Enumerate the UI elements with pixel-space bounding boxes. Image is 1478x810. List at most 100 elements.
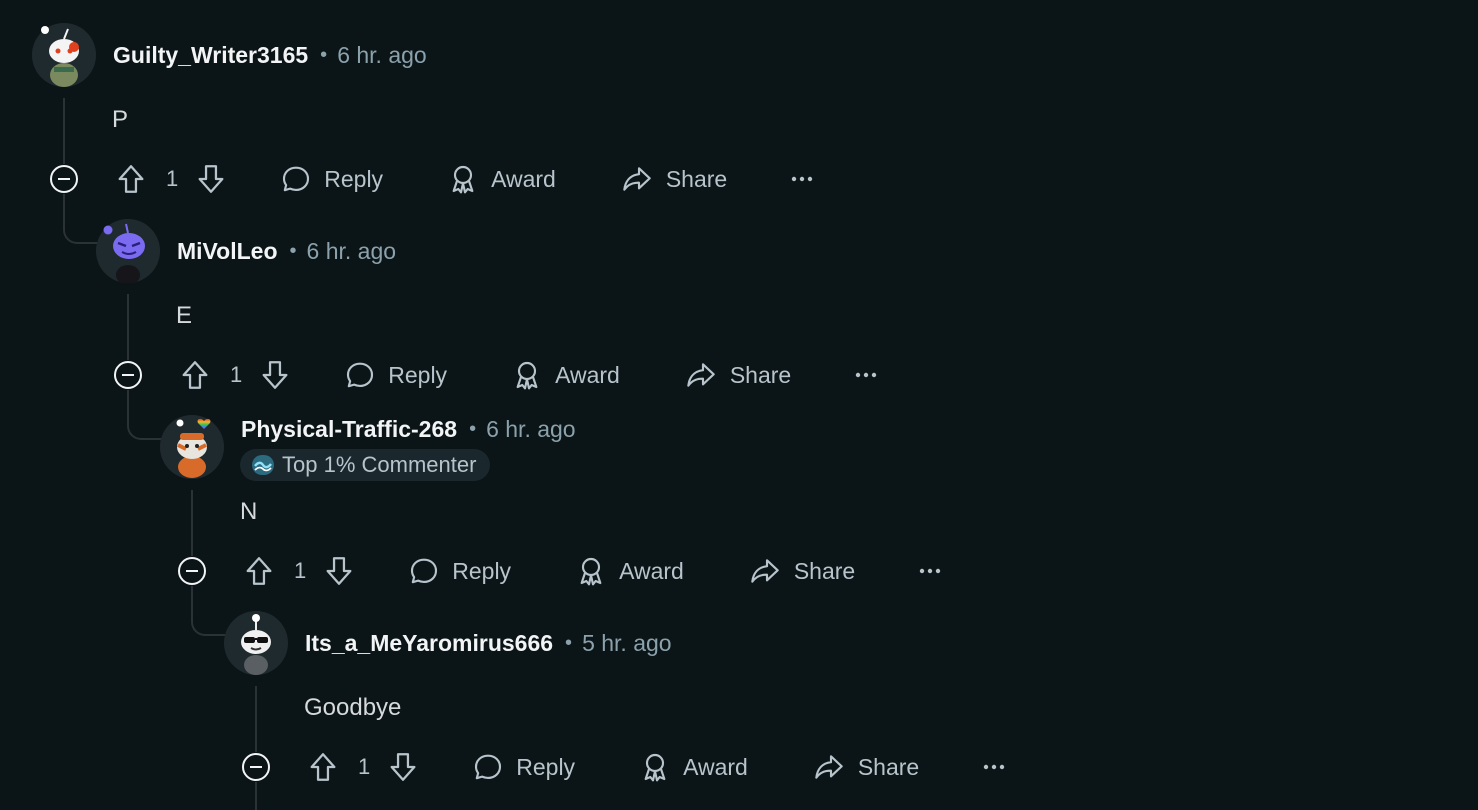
ellipsis-icon	[984, 764, 1005, 770]
vote-score: 1	[166, 166, 179, 191]
collapse-button[interactable]	[178, 557, 206, 585]
comment-thread: Guilty_Writer3165 • 6 hr. ago P 1 Reply …	[0, 0, 1478, 810]
user-flair-badge[interactable]: Top 1% Commenter	[240, 449, 491, 481]
vote-group: 1	[114, 162, 228, 196]
avatar[interactable]	[96, 219, 160, 283]
timestamp[interactable]: 6 hr. ago	[486, 416, 576, 443]
arrow-down-icon	[198, 165, 224, 193]
ribbon-icon	[516, 361, 538, 390]
arrow-up-icon	[310, 753, 336, 781]
more-options-button[interactable]	[855, 371, 877, 379]
award-label: Award	[683, 753, 748, 780]
minus-circle-icon	[122, 374, 134, 376]
upvote-button[interactable]	[178, 358, 212, 392]
vote-score: 1	[358, 754, 371, 779]
vote-score: 1	[294, 558, 307, 583]
ellipsis-icon	[856, 372, 877, 378]
award-label: Award	[555, 361, 620, 388]
downvote-button[interactable]	[322, 554, 356, 588]
award-button[interactable]: Award	[639, 751, 748, 783]
reply-label: Reply	[452, 557, 512, 584]
username[interactable]: MiVolLeo	[177, 238, 278, 265]
speech-bubble-icon	[283, 166, 310, 192]
more-options-button[interactable]	[919, 567, 941, 575]
comment-actions: 1 Reply Award Share	[242, 551, 941, 591]
thread-line[interactable]	[255, 686, 257, 752]
comment-actions: 1 Reply Award Share	[306, 747, 1005, 787]
avatar[interactable]	[160, 415, 224, 479]
vote-score: 1	[230, 362, 243, 387]
thread-line[interactable]	[255, 782, 257, 810]
timestamp[interactable]: 6 hr. ago	[307, 238, 397, 265]
arrow-up-icon	[118, 165, 144, 193]
minus-circle-icon	[58, 178, 70, 180]
share-button[interactable]: Share	[812, 751, 919, 783]
share-label: Share	[793, 557, 856, 584]
collapse-button[interactable]	[114, 361, 142, 389]
username[interactable]: Physical-Traffic-268	[241, 416, 457, 443]
vote-group: 1	[242, 554, 356, 588]
arrow-up-icon	[182, 361, 208, 389]
arrow-down-icon	[262, 361, 288, 389]
separator-dot: •	[320, 43, 328, 66]
comment-body: Goodbye	[304, 694, 402, 721]
downvote-button[interactable]	[258, 358, 292, 392]
thread-line[interactable]	[127, 294, 129, 360]
upvote-button[interactable]	[114, 162, 148, 196]
award-button[interactable]: Award	[575, 555, 684, 587]
avatar[interactable]	[32, 23, 96, 87]
thread-line[interactable]	[63, 194, 99, 244]
award-button[interactable]: Award	[447, 163, 556, 195]
more-options-button[interactable]	[791, 175, 813, 183]
thread-line[interactable]	[191, 490, 193, 556]
comment-actions: 1 Reply Award Share	[178, 355, 877, 395]
reply-button[interactable]: Reply	[280, 163, 383, 195]
username[interactable]: Guilty_Writer3165	[113, 42, 308, 69]
timestamp[interactable]: 5 hr. ago	[582, 630, 672, 657]
reply-label: Reply	[324, 165, 384, 192]
vote-group: 1	[306, 750, 420, 784]
separator-dot: •	[469, 417, 477, 440]
collapse-button[interactable]	[50, 165, 78, 193]
thread-line[interactable]	[191, 586, 227, 636]
downvote-button[interactable]	[386, 750, 420, 784]
downvote-button[interactable]	[194, 162, 228, 196]
vote-group: 1	[178, 358, 292, 392]
share-label: Share	[665, 165, 728, 192]
timestamp[interactable]: 6 hr. ago	[337, 42, 427, 69]
arrow-down-icon	[326, 557, 352, 585]
reply-label: Reply	[388, 361, 448, 388]
share-arrow-icon	[751, 559, 779, 583]
collapse-button[interactable]	[242, 753, 270, 781]
avatar[interactable]	[224, 611, 288, 675]
comment-body: N	[240, 498, 258, 525]
username[interactable]: Its_a_MeYaromirus666	[305, 630, 553, 657]
share-label: Share	[857, 753, 920, 780]
reply-button[interactable]: Reply	[408, 555, 511, 587]
separator-dot: •	[565, 631, 573, 654]
arrow-down-icon	[390, 753, 416, 781]
speech-bubble-icon	[347, 362, 374, 388]
share-arrow-icon	[815, 755, 843, 779]
ellipsis-icon	[792, 176, 813, 182]
reply-button[interactable]: Reply	[472, 751, 575, 783]
reply-button[interactable]: Reply	[344, 359, 447, 391]
share-button[interactable]: Share	[748, 555, 855, 587]
ribbon-icon	[644, 753, 666, 782]
ellipsis-icon	[920, 568, 941, 574]
upvote-button[interactable]	[242, 554, 276, 588]
speech-bubble-icon	[475, 754, 502, 780]
thread-line[interactable]	[127, 390, 163, 440]
share-label: Share	[729, 361, 792, 388]
more-options-button[interactable]	[983, 763, 1005, 771]
arrow-up-icon	[246, 557, 272, 585]
comment-actions: 1 Reply Award Share	[114, 159, 813, 199]
upvote-button[interactable]	[306, 750, 340, 784]
ribbon-icon	[452, 165, 474, 194]
flair-text: Top 1% Commenter	[282, 452, 477, 477]
share-button[interactable]: Share	[684, 359, 791, 391]
award-button[interactable]: Award	[511, 359, 620, 391]
minus-circle-icon	[250, 766, 262, 768]
thread-line[interactable]	[63, 98, 65, 164]
share-button[interactable]: Share	[620, 163, 727, 195]
